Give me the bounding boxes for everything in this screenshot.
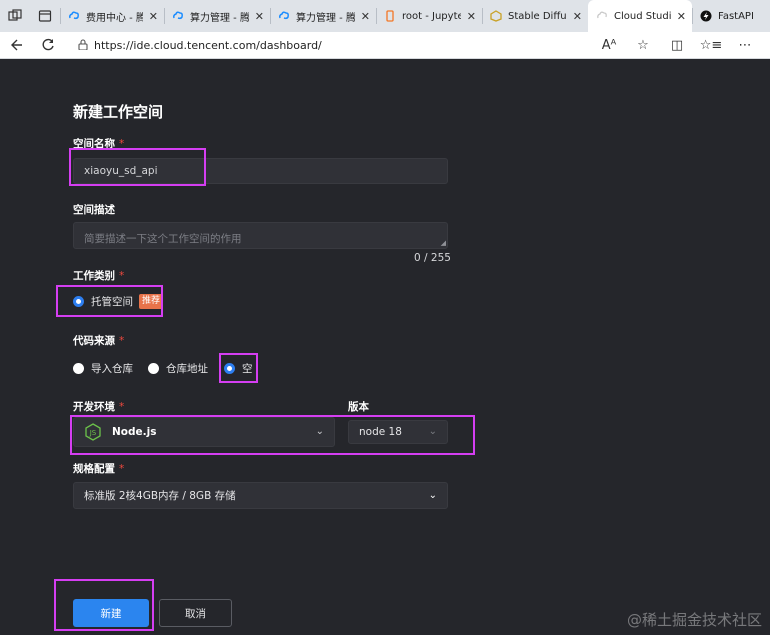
space-description-textarea[interactable]: 简要描述一下这个工作空间的作用 ◢	[73, 222, 448, 249]
radio-unselected-icon	[148, 363, 159, 374]
radio-selected-icon	[224, 363, 235, 374]
browser-tab[interactable]: FastAPI - S	[692, 0, 760, 32]
code-source-empty-radio[interactable]: 空	[224, 361, 253, 376]
close-tab-icon[interactable]: ✕	[573, 10, 582, 23]
chevron-down-icon: ⌄	[428, 489, 437, 501]
watermark: @稀土掘金技术社区	[626, 611, 762, 629]
tab-title: FastAPI - S	[718, 10, 754, 22]
tab-title: 费用中心 - 腾	[86, 12, 143, 24]
browser-tab[interactable]: Stable Diffusi ✕	[482, 0, 588, 32]
code-source-repo-url-radio[interactable]: 仓库地址	[148, 361, 208, 376]
required-marker: *	[119, 401, 125, 413]
dev-env-value: Node.js	[112, 426, 157, 438]
browser-tab-active[interactable]: Cloud Studio ✕	[588, 0, 692, 32]
page-title: 新建工作空间	[73, 103, 164, 121]
jupyter-icon	[384, 10, 396, 22]
radio-unselected-icon	[73, 363, 84, 374]
workspace-type-hosted-radio[interactable]: 托管空间 推荐	[73, 294, 164, 309]
stable-diffusion-icon	[490, 10, 502, 22]
spec-label: 规格配置 *	[73, 463, 125, 475]
refresh-button[interactable]	[32, 32, 64, 59]
chevron-down-icon: ⌄	[428, 425, 437, 437]
tab-title: root - Jupyte	[402, 10, 461, 22]
fastapi-icon	[700, 10, 712, 22]
cloud-icon	[278, 10, 290, 22]
version-label: 版本	[348, 401, 369, 413]
cloud-icon	[172, 10, 184, 22]
required-marker: *	[119, 463, 125, 475]
favorite-star-icon[interactable]: ☆	[626, 38, 660, 53]
svg-text:JS: JS	[89, 429, 97, 437]
version-select[interactable]: node 18 ⌄	[348, 420, 448, 444]
char-counter: 0 / 255	[414, 252, 451, 264]
version-value: node 18	[359, 426, 402, 438]
radio-label: 托管空间	[91, 296, 133, 308]
code-source-label: 代码来源 *	[73, 335, 125, 347]
radio-label: 导入仓库	[91, 363, 133, 375]
close-tab-icon[interactable]: ✕	[361, 10, 370, 23]
more-options-icon[interactable]: ⋯	[728, 38, 762, 53]
space-name-label: 空间名称 *	[73, 138, 125, 150]
tab-title: Stable Diffusi	[508, 10, 567, 22]
cloud-studio-icon	[596, 10, 608, 22]
address-bar: https://ide.cloud.tencent.com/dashboard/…	[0, 32, 770, 59]
tab-title: 算力管理 - 腾	[296, 12, 355, 24]
favorites-list-icon[interactable]: ☆≡	[694, 38, 728, 53]
radio-selected-icon	[73, 296, 84, 307]
dev-env-label: 开发环境 *	[73, 401, 125, 413]
workspaces-icon[interactable]	[0, 0, 30, 32]
radio-label: 空	[242, 363, 253, 375]
description-placeholder: 简要描述一下这个工作空间的作用	[84, 233, 242, 245]
recommended-badge: 推荐	[139, 294, 164, 309]
create-button[interactable]: 新建	[73, 599, 149, 627]
read-aloud-icon[interactable]: Aᴬ	[592, 38, 626, 53]
required-marker: *	[119, 335, 125, 347]
new-workspace-form: 新建工作空间 空间名称 * xiaoyu_sd_api 空间描述 简要描述一下这个…	[0, 59, 770, 635]
browser-tab[interactable]: 算力管理 - 腾 ✕	[270, 0, 376, 32]
required-marker: *	[119, 138, 125, 150]
browser-tab[interactable]: 费用中心 - 腾 ✕	[60, 0, 164, 32]
tab-title: Cloud Studio	[614, 10, 671, 22]
code-source-import-radio[interactable]: 导入仓库	[73, 361, 133, 376]
lock-icon	[72, 38, 94, 53]
space-description-label: 空间描述	[73, 204, 115, 216]
close-tab-icon[interactable]: ✕	[677, 10, 686, 23]
split-screen-icon[interactable]: ◫	[660, 38, 694, 53]
radio-label: 仓库地址	[166, 363, 208, 375]
browser-tab[interactable]: root - Jupyte ✕	[376, 0, 482, 32]
cloud-icon	[68, 10, 80, 22]
cancel-button[interactable]: 取消	[159, 599, 232, 627]
browser-tab[interactable]: 算力管理 - 腾 ✕	[164, 0, 270, 32]
close-tab-icon[interactable]: ✕	[149, 10, 158, 23]
tab-actions-icon[interactable]	[30, 0, 60, 32]
space-name-input[interactable]: xiaoyu_sd_api	[73, 158, 448, 184]
back-button[interactable]	[0, 32, 32, 59]
spec-select[interactable]: 标准版 2核4GB内存 / 8GB 存储 ⌄	[73, 482, 448, 509]
resize-handle-icon[interactable]: ◢	[441, 240, 446, 247]
close-tab-icon[interactable]: ✕	[255, 10, 264, 23]
workspace-type-label: 工作类别 *	[73, 270, 125, 282]
dev-env-select[interactable]: JS Node.js ⌄	[73, 417, 335, 447]
url-text: https://ide.cloud.tencent.com/dashboard/	[94, 39, 322, 52]
tab-title: 算力管理 - 腾	[190, 12, 249, 24]
close-tab-icon[interactable]: ✕	[467, 10, 476, 23]
required-marker: *	[119, 270, 125, 282]
chevron-down-icon: ⌄	[315, 425, 324, 437]
nodejs-icon: JS	[84, 423, 102, 441]
browser-tab-bar: 费用中心 - 腾 ✕ 算力管理 - 腾 ✕ 算力管理 - 腾 ✕ root - …	[0, 0, 770, 32]
spec-value: 标准版 2核4GB内存 / 8GB 存储	[84, 490, 236, 502]
